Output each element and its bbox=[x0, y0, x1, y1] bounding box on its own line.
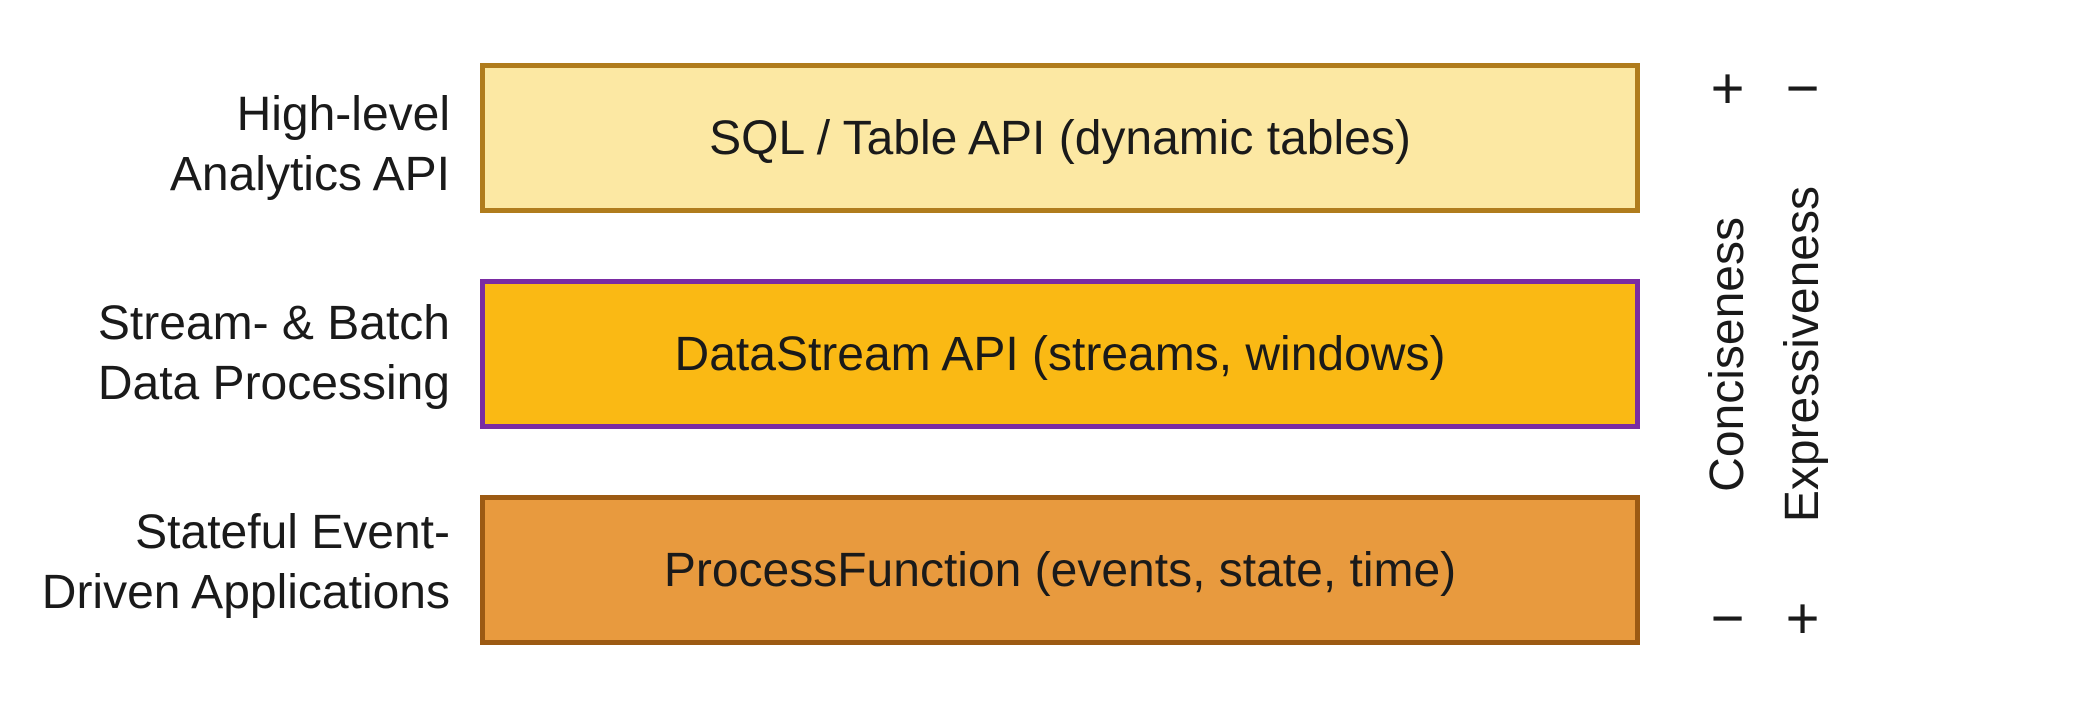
scales-column: + Conciseness − − Expressiveness + bbox=[1700, 40, 1830, 668]
scale-conciseness: + Conciseness − bbox=[1700, 40, 1755, 668]
expressiveness-bottom-sign: + bbox=[1786, 590, 1820, 648]
api-boxes-column: SQL / Table API (dynamic tables) DataStr… bbox=[480, 40, 1640, 668]
box-sql-label: SQL / Table API (dynamic tables) bbox=[709, 111, 1411, 166]
conciseness-bottom-sign: − bbox=[1711, 590, 1745, 648]
box-sql-table-api: SQL / Table API (dynamic tables) bbox=[480, 63, 1640, 213]
box-process-function: ProcessFunction (events, state, time) bbox=[480, 495, 1640, 645]
left-labels-column: High-level Analytics API Stream- & Batch… bbox=[30, 40, 450, 668]
box-datastream-label: DataStream API (streams, windows) bbox=[675, 327, 1446, 382]
scale-expressiveness: − Expressiveness + bbox=[1775, 40, 1830, 668]
api-levels-diagram: High-level Analytics API Stream- & Batch… bbox=[0, 0, 2074, 708]
box-datastream-api: DataStream API (streams, windows) bbox=[480, 279, 1640, 429]
layer-label-stateful: Stateful Event- Driven Applications bbox=[42, 503, 450, 623]
conciseness-top-sign: + bbox=[1711, 60, 1745, 118]
expressiveness-top-sign: − bbox=[1786, 60, 1820, 118]
layer-label-stream-batch: Stream- & Batch Data Processing bbox=[98, 294, 450, 414]
conciseness-label: Conciseness bbox=[1700, 217, 1755, 492]
box-processfunction-label: ProcessFunction (events, state, time) bbox=[664, 543, 1456, 598]
expressiveness-label: Expressiveness bbox=[1775, 186, 1830, 522]
layer-label-analytics: High-level Analytics API bbox=[170, 85, 450, 205]
